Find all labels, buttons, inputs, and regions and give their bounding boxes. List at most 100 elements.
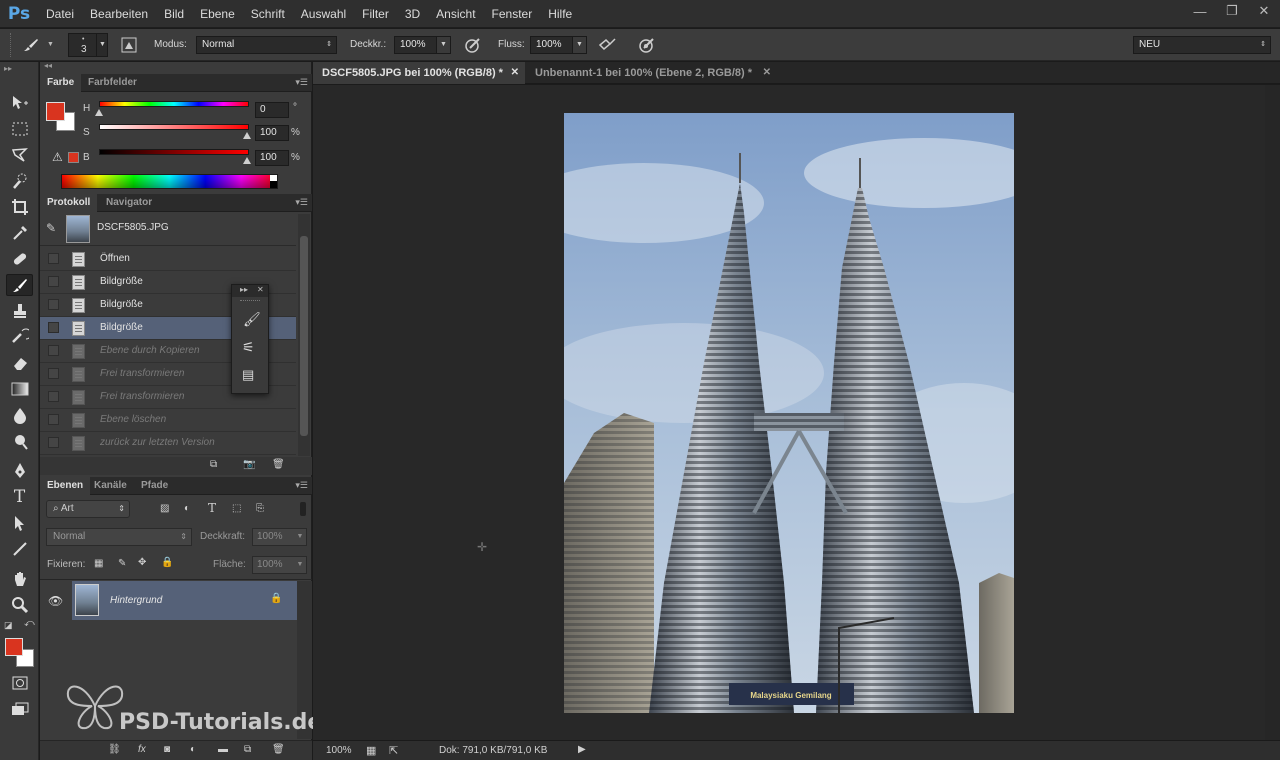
clone-stamp-tool-icon[interactable] xyxy=(6,300,33,322)
mode-select[interactable]: Normal ⇕ xyxy=(196,36,337,54)
delete-layer-icon[interactable]: 🗑 xyxy=(272,744,285,755)
b-slider[interactable] xyxy=(99,149,249,155)
gamut-warning-icon[interactable]: ⚠ xyxy=(52,150,63,164)
menu-3d[interactable]: 3D xyxy=(397,0,428,28)
filter-smart-object-icon[interactable]: ⎘ xyxy=(256,503,264,514)
filter-type-icon[interactable]: T xyxy=(208,501,216,515)
opacity-dropdown-icon[interactable]: ▼ xyxy=(436,37,450,53)
close-button[interactable]: ✕ xyxy=(1248,0,1280,22)
path-selection-tool-icon[interactable] xyxy=(6,512,33,534)
healing-brush-tool-icon[interactable] xyxy=(6,248,33,270)
airbrush-icon[interactable] xyxy=(596,35,618,55)
menu-bild[interactable]: Bild xyxy=(156,0,192,28)
flow-input[interactable]: 100% ▼ xyxy=(530,36,587,54)
visibility-eye-icon[interactable]: 👁 xyxy=(48,594,63,608)
history-source-checkbox[interactable] xyxy=(48,299,59,310)
history-snapshot[interactable]: ✎ DSCF5805.JPG xyxy=(40,213,296,246)
pressure-opacity-icon[interactable] xyxy=(462,35,484,55)
h-slider[interactable] xyxy=(99,101,249,107)
move-tool-icon[interactable] xyxy=(6,92,33,114)
proof-icon[interactable]: ▦ xyxy=(366,744,376,757)
panel-menu-icon[interactable]: ▾☰ xyxy=(295,480,308,491)
quick-mask-icon[interactable] xyxy=(6,672,33,694)
tab-ebenen[interactable]: Ebenen xyxy=(40,477,91,495)
gamut-color-swatch[interactable] xyxy=(68,152,79,163)
close-tab-icon[interactable]: ✕ xyxy=(763,62,771,84)
history-brush-tool-icon[interactable] xyxy=(6,326,33,348)
panel-menu-icon[interactable]: ▾☰ xyxy=(295,77,308,88)
history-source-checkbox[interactable] xyxy=(48,322,59,333)
tab-farbfelder[interactable]: Farbfelder xyxy=(81,74,144,92)
filter-adjustment-icon[interactable]: ◐ xyxy=(184,503,190,514)
history-source-checkbox[interactable] xyxy=(48,414,59,425)
tab-pfade[interactable]: Pfade xyxy=(134,477,175,495)
doc-tab-dscf5805[interactable]: DSCF5805.JPG bei 100% (RGB/8) * ✕ xyxy=(313,62,525,84)
s-input[interactable]: 100 xyxy=(255,125,289,141)
menu-bearbeiten[interactable]: Bearbeiten xyxy=(82,0,156,28)
tab-protokoll[interactable]: Protokoll xyxy=(40,194,98,212)
brush-tool-icon[interactable] xyxy=(6,274,33,296)
panel-menu-icon[interactable]: ▾☰ xyxy=(295,197,308,208)
snapshot-camera-icon[interactable]: 📷 xyxy=(243,459,255,470)
layer-style-icon[interactable]: fx xyxy=(138,744,146,755)
delete-state-icon[interactable]: 🗑 xyxy=(272,459,285,470)
minimize-button[interactable]: — xyxy=(1184,0,1216,22)
restore-button[interactable]: ❐ xyxy=(1216,0,1248,22)
menu-datei[interactable]: Datei xyxy=(38,0,82,28)
layer-row-hintergrund[interactable]: Hintergrund 🔒 xyxy=(72,581,297,620)
gradient-tool-icon[interactable] xyxy=(6,378,33,400)
dock-collapse-icon[interactable]: ◂◂ xyxy=(44,61,52,70)
pen-tool-icon[interactable] xyxy=(6,460,33,482)
h-slider-knob[interactable] xyxy=(95,109,103,116)
history-source-checkbox[interactable] xyxy=(48,368,59,379)
s-slider-knob[interactable] xyxy=(243,132,251,139)
fill-input[interactable]: 100% ▼ xyxy=(252,556,307,574)
blur-tool-icon[interactable] xyxy=(6,404,33,426)
history-scroll-thumb[interactable] xyxy=(300,236,308,436)
menu-ebene[interactable]: Ebene xyxy=(192,0,243,28)
lock-all-icon[interactable]: 🔒 xyxy=(161,557,173,568)
tab-farbe[interactable]: Farbe xyxy=(40,74,82,92)
b-input[interactable]: 100 xyxy=(255,150,289,166)
float-panel-header[interactable]: ▸▸ ✕ xyxy=(232,285,268,297)
new-document-from-state-icon[interactable]: ⧉ xyxy=(210,459,217,470)
history-brush-source-icon[interactable]: ✎ xyxy=(46,221,56,235)
brush-size-picker[interactable]: • 3 ▼ xyxy=(68,33,108,57)
menu-fenster[interactable]: Fenster xyxy=(484,0,541,28)
menu-ansicht[interactable]: Ansicht xyxy=(428,0,483,28)
ramp-black-chip[interactable] xyxy=(270,181,277,188)
filter-pixel-icon[interactable]: ▨ xyxy=(160,503,169,514)
workspace-select[interactable]: NEU ⇕ xyxy=(1133,36,1271,54)
s-slider[interactable] xyxy=(99,124,249,130)
layer-filter-select[interactable]: ⌕ Art ⇕ xyxy=(46,500,130,518)
opacity-input[interactable]: 100% ▼ xyxy=(394,36,451,54)
default-colors-icon[interactable]: ◪ xyxy=(4,620,13,631)
color-ramp[interactable] xyxy=(61,174,278,189)
brush-panel-icon[interactable]: 🖌 xyxy=(243,311,261,328)
link-layers-icon[interactable]: ⛓ xyxy=(108,744,121,755)
export-icon[interactable]: ⇱ xyxy=(389,744,398,757)
opacity-dropdown-icon[interactable]: ▼ xyxy=(294,529,306,545)
lock-transparency-icon[interactable]: ▦ xyxy=(94,558,103,569)
filter-shape-icon[interactable]: ⬚ xyxy=(232,503,241,514)
marquee-tool-icon[interactable] xyxy=(6,118,33,140)
filter-toggle[interactable] xyxy=(300,502,306,516)
flow-dropdown-icon[interactable]: ▼ xyxy=(572,37,586,53)
history-item[interactable]: Öffnen xyxy=(40,248,296,271)
dodge-tool-icon[interactable] xyxy=(6,430,33,452)
color-fg-swatch[interactable] xyxy=(46,102,65,121)
h-input[interactable]: 0 xyxy=(255,102,289,118)
blend-mode-select[interactable]: Normal ⇕ xyxy=(46,528,192,546)
history-source-checkbox[interactable] xyxy=(48,253,59,264)
foreground-color-swatch[interactable] xyxy=(5,638,23,656)
eraser-tool-icon[interactable] xyxy=(6,352,33,374)
history-item[interactable]: zurück zur letzten Version xyxy=(40,432,296,455)
menu-schrift[interactable]: Schrift xyxy=(243,0,293,28)
zoom-tool-icon[interactable] xyxy=(6,594,33,616)
line-tool-icon[interactable] xyxy=(6,538,33,560)
tab-navigator[interactable]: Navigator xyxy=(99,194,159,212)
expand-icon[interactable]: ▸▸ xyxy=(240,285,248,294)
b-slider-knob[interactable] xyxy=(243,157,251,164)
lasso-tool-icon[interactable] xyxy=(6,144,33,166)
history-source-checkbox[interactable] xyxy=(48,437,59,448)
